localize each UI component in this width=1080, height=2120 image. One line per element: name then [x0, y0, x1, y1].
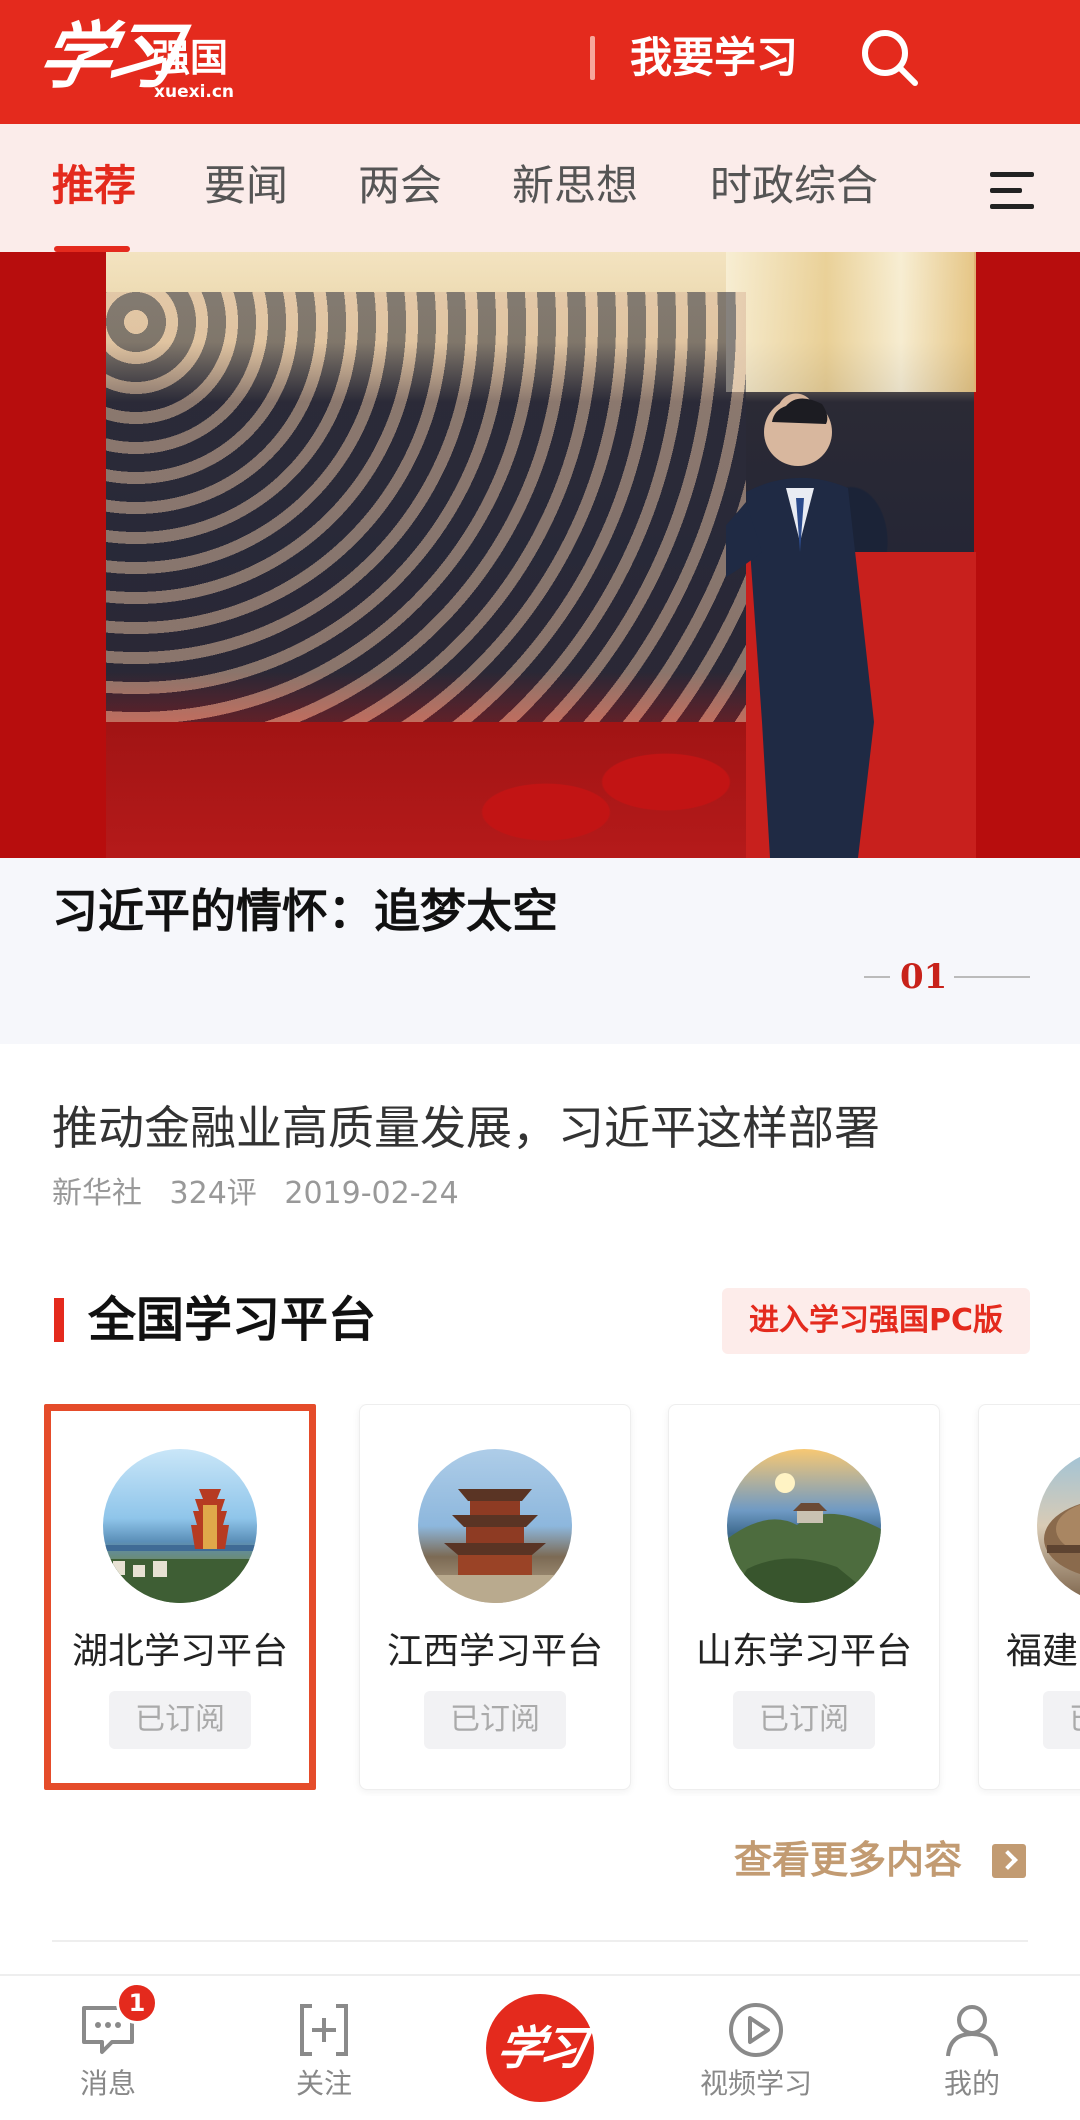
- platform-avatar: [418, 1449, 572, 1603]
- section-title: 全国学习平台: [88, 1292, 377, 1348]
- content-divider: [52, 1940, 1028, 1942]
- nav-messages[interactable]: 1 消息: [28, 1976, 188, 2120]
- subscribe-button[interactable]: 已订阅: [424, 1691, 566, 1749]
- platform-name: 山东学习平台: [695, 1631, 912, 1672]
- pc-version-button[interactable]: 进入学习强国PC版: [722, 1288, 1030, 1354]
- logo-name-text: 强国: [152, 36, 229, 80]
- search-icon[interactable]: [858, 26, 922, 90]
- study-button[interactable]: 我要学习: [630, 30, 798, 86]
- tab-new-thought[interactable]: 新思想: [512, 156, 638, 216]
- chevron-right-icon[interactable]: [992, 1844, 1026, 1878]
- platform-avatar: [1037, 1449, 1080, 1603]
- nav-mine[interactable]: 我的: [892, 1976, 1052, 2120]
- news-comments: 324评: [169, 1176, 257, 1211]
- bottom-navigation: 1 消息 关注 学习 视频学习 我的: [0, 1974, 1080, 2120]
- subscribe-button[interactable]: 已订阅: [109, 1691, 251, 1749]
- xuexi-logo[interactable]: 学习 强国 xuexi.cn: [31, 10, 250, 110]
- hero-photo: [106, 252, 976, 858]
- platform-card-hubei[interactable]: 湖北学习平台 已订阅: [44, 1404, 316, 1790]
- tab-recommend[interactable]: 推荐: [52, 156, 136, 216]
- follow-icon: [300, 2004, 348, 2056]
- hero-banner[interactable]: [0, 252, 1080, 858]
- news-item[interactable]: 推动金融业高质量发展，习近平这样部署 新华社 324评 2019-02-24: [0, 1044, 1080, 1274]
- logo-domain-text: xuexi.cn: [154, 82, 235, 102]
- featured-caption[interactable]: 习近平的情怀：追梦太空 01: [0, 858, 1080, 1044]
- nav-video[interactable]: 视频学习: [676, 1976, 836, 2120]
- platform-avatar: [727, 1449, 881, 1603]
- platform-card-fujian[interactable]: 福建学习平台 已订阅: [978, 1404, 1080, 1790]
- view-more-label[interactable]: 查看更多内容: [734, 1830, 962, 1890]
- news-meta: 新华社 324评 2019-02-24: [52, 1174, 477, 1214]
- slide-number: 01: [900, 957, 948, 997]
- channel-tabs: 推荐 要闻 两会 新思想 时政综合: [0, 124, 1080, 252]
- tab-politics[interactable]: 时政综合: [710, 156, 878, 216]
- platform-name: 湖北学习平台: [71, 1631, 288, 1672]
- unread-badge: 1: [116, 1982, 158, 2024]
- header-divider: [590, 36, 595, 80]
- news-date: 2019-02-24: [284, 1176, 459, 1211]
- nav-follow[interactable]: 关注: [244, 1976, 404, 2120]
- subscribe-button[interactable]: 已订阅: [733, 1691, 875, 1749]
- hamburger-menu-icon[interactable]: [990, 168, 1036, 214]
- center-logo-text: 学习: [493, 2021, 587, 2075]
- news-title[interactable]: 推动金融业高质量发展，习近平这样部署: [52, 1094, 880, 1162]
- platform-card-jiangxi[interactable]: 江西学习平台 已订阅: [359, 1404, 631, 1790]
- section-accent-bar: [54, 1298, 64, 1342]
- nav-messages-label: 消息: [79, 2067, 136, 2100]
- subscribe-button[interactable]: 已订阅: [1043, 1691, 1080, 1749]
- tab-headlines[interactable]: 要闻: [204, 156, 288, 216]
- platform-name: 江西学习平台: [386, 1631, 603, 1672]
- featured-title[interactable]: 习近平的情怀：追梦太空: [52, 876, 558, 946]
- view-more-link[interactable]: 查看更多内容: [734, 1830, 1034, 1890]
- nav-follow-label: 关注: [295, 2067, 352, 2100]
- platform-card-shandong[interactable]: 山东学习平台 已订阅: [668, 1404, 940, 1790]
- nav-mine-label: 我的: [943, 2067, 1000, 2100]
- slide-indicator: 01: [864, 952, 1030, 1002]
- xuexi-center-button[interactable]: 学习: [486, 1994, 594, 2102]
- nav-video-label: 视频学习: [699, 2067, 812, 2100]
- app-header: 学习 强国 xuexi.cn 我要学习: [0, 0, 1080, 124]
- tab-two-sessions[interactable]: 两会: [358, 156, 442, 216]
- platform-carousel[interactable]: 湖北学习平台 已订阅 江西学习平台 已订阅 山东学习平台 已订阅 福建: [0, 1404, 1080, 1796]
- platform-avatar: [103, 1449, 257, 1603]
- video-play-icon: [729, 2003, 783, 2057]
- platform-name: 福建学习平台: [1005, 1631, 1080, 1672]
- user-icon: [946, 2005, 998, 2057]
- news-source: 新华社: [52, 1176, 142, 1211]
